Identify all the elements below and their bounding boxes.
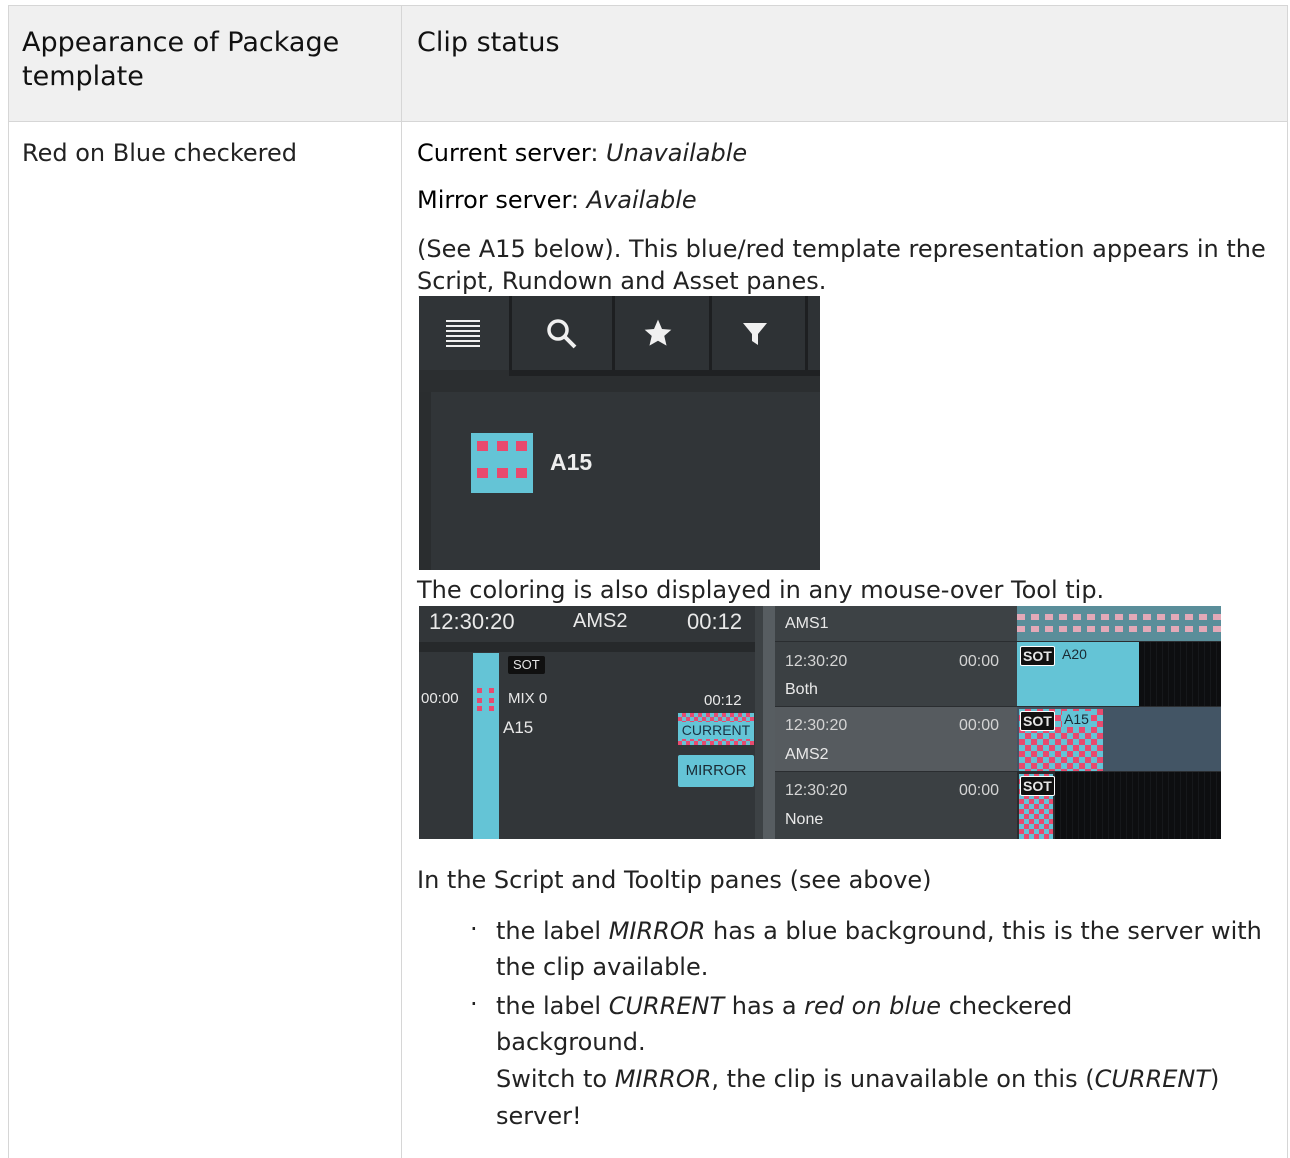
bullet-mirror: the label MIRROR has a blue background, …: [496, 913, 1276, 985]
bullet-dot-1: ·: [470, 915, 478, 943]
tooltip-paragraph: The coloring is also displayed in any mo…: [417, 576, 1105, 604]
tooltip-row-both-server: Both: [785, 681, 818, 698]
tab-edge: [805, 296, 820, 370]
tabbar-shadow: [509, 370, 820, 376]
switch-note: Switch to MIRROR, the clip is unavailabl…: [496, 1061, 1286, 1135]
tooltip-row-both-track: [1139, 642, 1221, 706]
switch-note-em: MIRROR: [614, 1065, 712, 1093]
tooltip-row-none-track: [1055, 772, 1221, 839]
table-right-border: [1287, 5, 1288, 1158]
mirror-server-button[interactable]: MIRROR: [678, 755, 754, 787]
clip-status-table: Appearance of Package template Clip stat…: [0, 0, 1290, 1158]
tooltip-row-both-clipname: A20: [1062, 646, 1087, 662]
script-duration: 00:12: [687, 609, 743, 634]
script-pane: 12:30:20 AMS2 00:12 SOT 00:00 MIX 0 00:1…: [419, 606, 755, 839]
bullet-mirror-em: MIRROR: [608, 917, 706, 945]
star-icon: [642, 317, 674, 353]
current-server-button-label: CURRENT: [678, 722, 754, 739]
tab-favorites[interactable]: [612, 296, 709, 370]
tooltip-row-both-time: 12:30:20: [785, 653, 848, 670]
intro-paragraph: (See A15 below). This blue/red template …: [417, 235, 1266, 295]
tab-filter[interactable]: [709, 296, 805, 370]
header-clip-status: Clip status: [417, 27, 560, 58]
table-header-divider: [8, 121, 1287, 122]
search-icon: [546, 318, 578, 354]
tooltip-row-none-sot: SOT: [1020, 776, 1055, 796]
tooltip-row-ams2-clipname: A15: [1062, 711, 1091, 727]
script-server: AMS2: [573, 610, 628, 632]
bullet-current-mid: has a: [724, 992, 805, 1020]
table-top-border: [8, 5, 1287, 6]
table-left-border: [8, 5, 9, 1158]
tooltip-row-ams2-sot: SOT: [1020, 711, 1055, 731]
switch-note-em2: CURRENT: [1094, 1065, 1211, 1093]
tab-search[interactable]: [509, 296, 612, 370]
asset-template-checkered-icon[interactable]: [471, 433, 533, 493]
tooltip-row-both-duration: 00:00: [959, 653, 1000, 670]
header-cell-clip-status: [402, 6, 1287, 121]
asset-pane-screenshot: A15: [419, 296, 820, 570]
asset-item-label[interactable]: A15: [550, 449, 592, 476]
script-tooltip-screenshot: 12:30:20 AMS2 00:12 SOT 00:00 MIX 0 00:1…: [419, 606, 1221, 839]
tooltip-row-both-sot: SOT: [1020, 646, 1055, 666]
script-checkered-marker: [475, 686, 497, 712]
bullet-current-em: CURRENT: [608, 992, 725, 1020]
mirror-server-line: Mirror server: Available: [417, 186, 697, 214]
script-sot-badge: SOT: [508, 656, 545, 674]
bullet-current-em2: red on blue: [804, 992, 942, 1020]
tooltip-row-ams1-bar: [1017, 606, 1221, 641]
tab-list[interactable]: [419, 296, 509, 370]
script-time: 12:30:20: [429, 609, 515, 634]
pane-separator-bar: [763, 606, 775, 839]
script-start: 00:00: [421, 690, 459, 707]
switch-note-mid: , the clip is unavailable on this (: [711, 1065, 1095, 1093]
script-clip-name: A15: [503, 718, 534, 737]
appearance-value: Red on Blue checkered: [22, 139, 298, 167]
panes-paragraph: In the Script and Tooltip panes (see abo…: [417, 866, 932, 894]
current-server-button[interactable]: CURRENT: [678, 713, 754, 745]
bullet-current-pre: the label: [496, 992, 609, 1020]
tooltip-row-ams2-time: 12:30:20: [785, 717, 848, 734]
current-server-label: Current server: [417, 139, 591, 167]
pane-gutter: [419, 392, 431, 570]
asset-pane-tabbar: [419, 296, 820, 372]
bullet-current: the label CURRENT has a red on blue chec…: [496, 988, 1136, 1060]
tooltip-row-none-duration: 00:00: [959, 782, 1000, 799]
switch-note-pre: Switch to: [496, 1065, 615, 1093]
current-server-line: Current server: Unavailable: [417, 139, 748, 167]
tooltip-row-none-time: 12:30:20: [785, 782, 848, 799]
bullet-mirror-pre: the label: [496, 917, 609, 945]
tooltip-row-ams2-server: AMS2: [785, 746, 829, 763]
mirror-server-value: Available: [586, 186, 697, 214]
mirror-server-label: Mirror server: [417, 186, 571, 214]
filter-icon: [742, 321, 768, 351]
header-appearance: Appearance of Package template: [22, 27, 340, 92]
script-clip-bar: [473, 653, 499, 839]
script-mix: MIX 0: [508, 690, 548, 707]
tooltip-row-ams1-server: AMS1: [785, 615, 829, 632]
tooltip-row-ams2-duration: 00:00: [959, 717, 1000, 734]
current-server-value: Unavailable: [606, 139, 748, 167]
script-header-divider: [419, 642, 755, 652]
bullet-dot-2: ·: [470, 990, 478, 1018]
table-column-divider: [401, 5, 402, 1158]
list-icon: [446, 320, 480, 348]
script-end: 00:12: [704, 692, 742, 709]
tooltip-row-none-server: None: [785, 811, 824, 828]
